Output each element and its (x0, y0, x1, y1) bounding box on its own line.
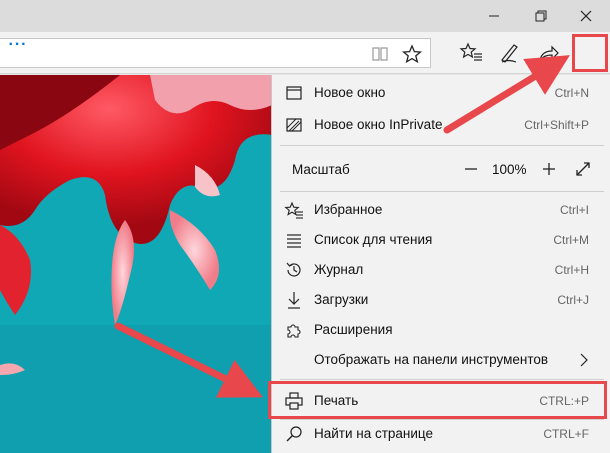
chevron-right-icon (580, 353, 588, 367)
page-content (0, 75, 272, 453)
restore-icon (535, 10, 547, 22)
favorites-icon (284, 201, 303, 219)
window-icon (286, 86, 302, 100)
shortcut-text: CTRL:+P (539, 394, 589, 408)
hub-button[interactable] (455, 36, 489, 70)
menu-item-new-inprivate[interactable]: Новое окно InPrivate Ctrl+Shift+P (272, 110, 610, 140)
menu-item-new-window[interactable]: Новое окно Ctrl+N (272, 78, 610, 108)
menu-item-extensions[interactable]: Расширения (272, 315, 610, 345)
reading-view-button[interactable] (365, 42, 395, 66)
minimize-button[interactable] (471, 0, 517, 32)
extensions-icon (287, 324, 301, 338)
book-icon (372, 47, 388, 61)
menu-item-label: Расширения (314, 322, 393, 337)
title-bar (0, 0, 610, 32)
menu-item-label: Журнал (314, 262, 364, 277)
menu-item-show-in-toolbar[interactable]: Отображать на панели инструментов (272, 345, 610, 375)
star-icon (401, 44, 423, 64)
shortcut-text: CTRL+F (543, 427, 589, 441)
menu-item-label: Отображать на панели инструментов (314, 352, 549, 367)
menu-divider (280, 191, 604, 192)
share-icon (539, 45, 559, 61)
zoom-in-icon[interactable] (537, 157, 561, 181)
download-icon (288, 292, 300, 309)
browser-toolbar: ··· (0, 32, 610, 74)
shortcut-text: Ctrl+H (554, 263, 589, 277)
pen-icon (501, 44, 518, 63)
close-button[interactable] (563, 0, 609, 32)
search-icon (286, 426, 302, 442)
menu-item-find[interactable]: Найти на странице CTRL+F (272, 419, 610, 449)
zoom-label: Масштаб (292, 162, 350, 177)
shortcut-text: Ctrl+N (554, 86, 589, 100)
menu-item-label: Новое окно (314, 85, 386, 100)
menu-item-print[interactable]: Печать CTRL:+P (272, 386, 610, 416)
background-photo (0, 75, 272, 453)
reading-list-icon (287, 234, 301, 248)
shortcut-text: Ctrl+I (559, 203, 589, 217)
print-icon (285, 392, 303, 410)
zoom-out-icon[interactable] (459, 157, 483, 181)
zoom-value: 100% (492, 162, 527, 177)
shortcut-text: Ctrl+Shift+P (524, 118, 589, 132)
menu-item-favorites[interactable]: Избранное Ctrl+I (272, 195, 610, 225)
zoom-row: Масштаб 100% (272, 153, 610, 185)
menu-divider (280, 379, 604, 380)
more-actions-menu: Новое окно Ctrl+N Новое окно InPrivate C… (271, 75, 610, 453)
more-icon: ··· (8, 36, 28, 53)
shortcut-text: Ctrl+M (553, 233, 589, 247)
menu-item-history[interactable]: Журнал Ctrl+H (272, 255, 610, 285)
shortcut-text: Ctrl+J (557, 293, 589, 307)
address-bar[interactable] (0, 38, 431, 68)
close-icon (580, 10, 592, 22)
inprivate-icon (286, 118, 302, 132)
menu-item-label: Загрузки (314, 292, 369, 307)
menu-item-label: Список для чтения (314, 232, 433, 247)
menu-divider (280, 145, 604, 146)
menu-item-downloads[interactable]: Загрузки Ctrl+J (272, 285, 610, 315)
fullscreen-icon[interactable] (571, 157, 595, 181)
menu-item-label: Новое окно InPrivate (314, 117, 443, 132)
add-favorite-button[interactable] (397, 42, 427, 66)
menu-item-reading-list[interactable]: Список для чтения Ctrl+M (272, 225, 610, 255)
minimize-icon (489, 15, 499, 17)
menu-item-label: Избранное (314, 202, 383, 217)
history-icon (286, 262, 301, 277)
menu-item-label: Найти на странице (314, 426, 434, 441)
restore-button[interactable] (517, 0, 563, 32)
favorites-hub-icon (459, 42, 482, 61)
menu-item-label: Печать (314, 393, 359, 408)
share-button[interactable] (531, 36, 565, 70)
web-note-button[interactable] (492, 36, 526, 70)
